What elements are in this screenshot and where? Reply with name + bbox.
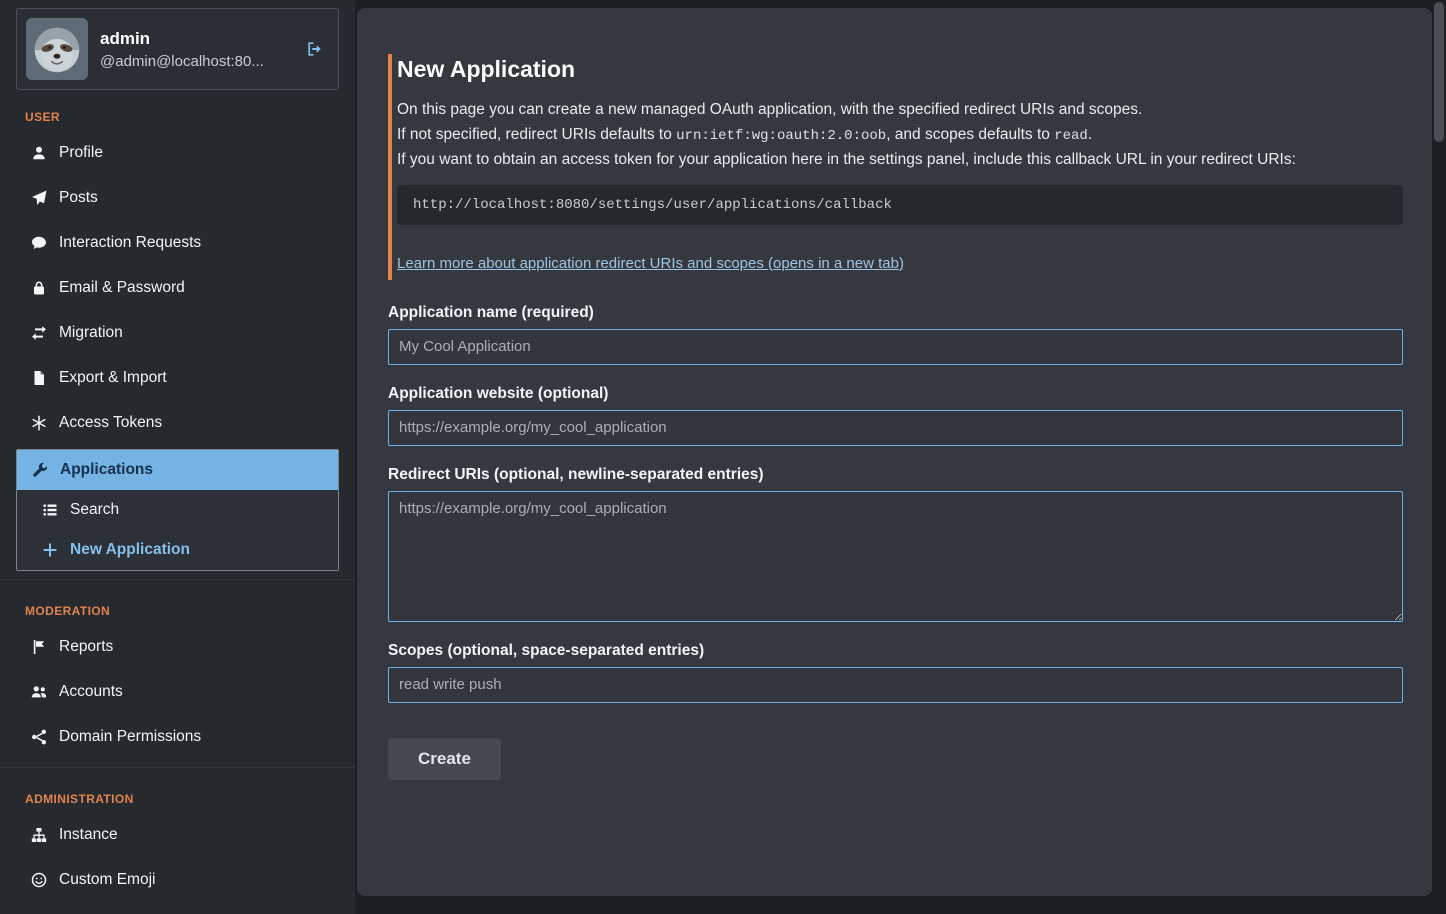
scopes-label: Scopes (optional, space-separated entrie… [388,642,1403,660]
sidebar-item-access-tokens[interactable]: Access Tokens [16,400,339,445]
new-application-form: Application name (required) Application … [388,304,1403,780]
sloth-avatar-image [26,18,88,80]
learn-more-link[interactable]: Learn more about application redirect UR… [397,255,904,272]
share-nodes-icon [30,729,48,745]
flag-icon [30,639,48,655]
intro-line2-end: . [1088,126,1092,143]
list-icon [41,502,59,518]
nav-item-label: Posts [59,189,98,207]
nav-item-label: Reports [59,638,113,656]
sidebar-item-export-import[interactable]: Export & Import [16,355,339,400]
callback-url: http://localhost:8080/settings/user/appl… [397,185,1403,225]
create-button[interactable]: Create [388,738,501,780]
sitemap-icon [30,827,48,843]
nav-item-label: Migration [59,324,123,342]
user-icon [30,145,48,161]
arrows-icon [30,325,48,341]
nav-section-administration: ADMINISTRATION Instance Custom Emoji Act… [0,767,355,914]
sidebar-item-applications-search[interactable]: Search [17,490,338,530]
user-info: admin @admin@localhost:80... [100,29,292,70]
sidebar-item-instance[interactable]: Instance [16,812,339,857]
application-name-label: Application name (required) [388,304,1403,322]
intro-block: New Application On this page you can cre… [388,54,1403,280]
scopes-field: Scopes (optional, space-separated entrie… [388,642,1403,703]
sidebar-item-accounts[interactable]: Accounts [16,669,339,714]
tools-icon [31,462,49,478]
sidebar-item-new-application[interactable]: New Application [17,530,338,570]
applications-group: Applications Search New Application [16,449,339,571]
sidebar-item-reports[interactable]: Reports [16,624,339,669]
intro-line1: On this page you can create a new manage… [397,101,1142,118]
application-website-field: Application website (optional) [388,385,1403,446]
comment-icon [30,235,48,251]
applications-submenu: Search New Application [17,490,338,570]
nav-item-label: Access Tokens [59,414,162,432]
scopes-input[interactable] [388,667,1403,703]
new-application-panel: New Application On this page you can cre… [357,8,1432,896]
avatar [26,18,88,80]
intro-line2-mid: , and scopes defaults to [886,126,1054,143]
redirect-uris-field: Redirect URIs (optional, newline-separat… [388,466,1403,622]
nav-item-label: Applications [60,461,153,479]
intro-line2-pre: If not specified, redirect URIs defaults… [397,126,676,143]
vertical-scrollbar-thumb[interactable] [1434,2,1444,142]
nav-item-label: Domain Permissions [59,728,201,746]
user-handle: @admin@localhost:80... [100,53,292,70]
redirect-uris-label: Redirect URIs (optional, newline-separat… [388,466,1403,484]
application-name-input[interactable] [388,329,1403,365]
nav-item-label: New Application [70,541,190,559]
application-website-input[interactable] [388,410,1403,446]
nav-item-label: Interaction Requests [59,234,201,252]
asterisk-icon [30,415,48,431]
section-label-user: USER [25,110,339,124]
application-website-label: Application website (optional) [388,385,1403,403]
intro-line3: If you want to obtain an access token fo… [397,151,1296,168]
application-name-field: Application name (required) [388,304,1403,365]
nav-item-label: Export & Import [59,369,167,387]
sidebar-item-profile[interactable]: Profile [16,130,339,175]
nav-item-label: Search [70,501,119,519]
section-label-administration: ADMINISTRATION [25,792,339,806]
nav-item-label: Email & Password [59,279,185,297]
redirect-uris-textarea[interactable] [388,491,1403,622]
paper-plane-icon [30,190,48,206]
sidebar-item-interaction-requests[interactable]: Interaction Requests [16,220,339,265]
file-icon [30,370,48,386]
sidebar-item-applications[interactable]: Applications [17,450,338,490]
read-code: read [1054,128,1088,144]
sidebar-item-posts[interactable]: Posts [16,175,339,220]
nav-section-moderation: MODERATION Reports Accounts Domain Permi… [0,579,355,759]
page-title: New Application [397,54,1403,84]
users-icon [30,684,48,700]
vertical-scrollbar[interactable] [1432,0,1446,914]
plus-icon [41,542,59,558]
logout-button[interactable] [304,39,326,59]
settings-sidebar: admin @admin@localhost:80... USER Profil… [0,0,355,914]
sidebar-item-custom-emoji[interactable]: Custom Emoji [16,857,339,902]
nav-section-user: USER Profile Posts Interaction Requests … [16,110,339,571]
nav-item-label: Instance [59,826,118,844]
settings-nav: USER Profile Posts Interaction Requests … [16,110,339,914]
sidebar-item-actions[interactable]: Actions [16,902,339,914]
section-label-moderation: MODERATION [25,604,339,618]
nav-item-label: Accounts [59,683,123,701]
sidebar-item-email-password[interactable]: Email & Password [16,265,339,310]
sign-out-icon [306,41,324,57]
sidebar-item-domain-permissions[interactable]: Domain Permissions [16,714,339,759]
username: admin [100,29,292,49]
lock-icon [30,280,48,296]
sidebar-item-migration[interactable]: Migration [16,310,339,355]
intro-text: On this page you can create a new manage… [397,98,1403,173]
oob-code: urn:ietf:wg:oauth:2.0:oob [676,128,886,144]
nav-item-label: Profile [59,144,103,162]
smiley-icon [30,872,48,888]
user-card: admin @admin@localhost:80... [16,8,339,90]
nav-item-label: Custom Emoji [59,871,155,889]
